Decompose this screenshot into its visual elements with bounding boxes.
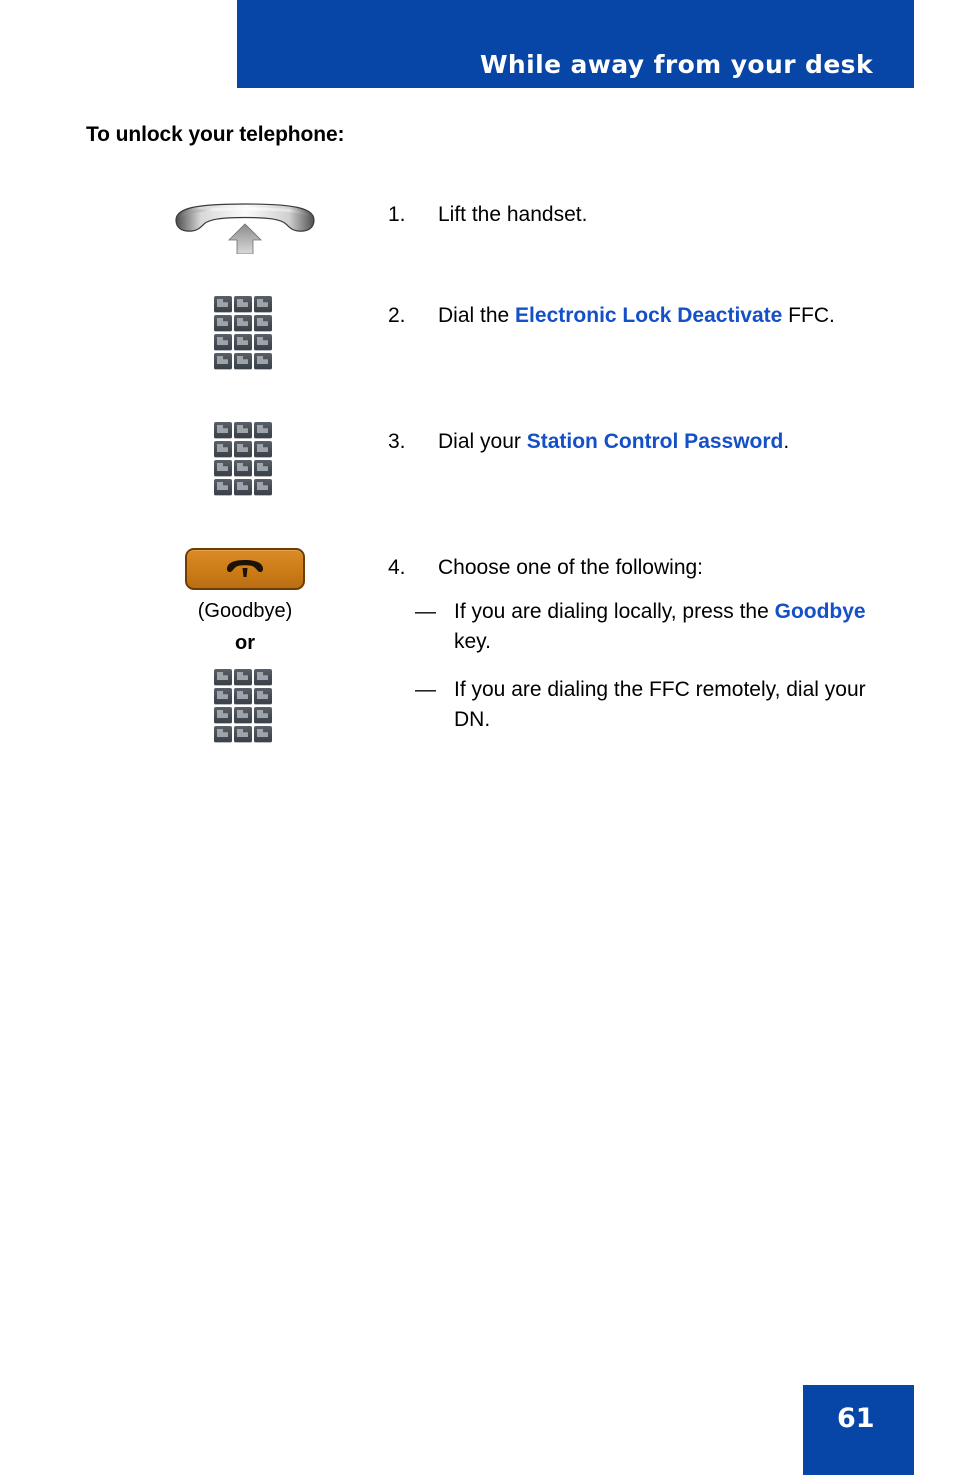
dialpad-key-4 bbox=[214, 315, 232, 332]
or-separator: or bbox=[235, 632, 255, 654]
step-2-text-cell: 2. Dial the Electronic Lock Deactivate F… bbox=[388, 301, 888, 331]
step-4-substep-2: — If you are dialing the FFC remotely, d… bbox=[388, 675, 888, 735]
page-number: 61 bbox=[837, 1403, 875, 1434]
dialpad-key-2 bbox=[234, 296, 252, 313]
step-2-text-part-3: FFC. bbox=[782, 304, 835, 327]
dialpad-key-0 bbox=[234, 479, 252, 496]
dialpad-key-3 bbox=[254, 422, 272, 439]
dialpad-key-6 bbox=[254, 688, 272, 705]
section-heading: To unlock your telephone: bbox=[86, 123, 345, 146]
step-3-icon-cell bbox=[150, 422, 340, 498]
dialpad-key-0 bbox=[234, 726, 252, 743]
dialpad-key-5 bbox=[234, 315, 252, 332]
dialpad-key-5 bbox=[234, 688, 252, 705]
substep-2-text: If you are dialing the FFC remotely, dia… bbox=[454, 678, 866, 731]
page-header-title: While away from your desk bbox=[479, 50, 873, 79]
dialpad-key-pound bbox=[254, 479, 272, 496]
step-1-text-cell: 1. Lift the handset. bbox=[388, 200, 888, 230]
dialpad-key-2 bbox=[234, 422, 252, 439]
dialpad-key-pound bbox=[254, 353, 272, 370]
substep-dash: — bbox=[415, 600, 436, 623]
step-3-number: 3. bbox=[388, 430, 406, 453]
dialpad-key-star bbox=[214, 726, 232, 743]
handset-on-hook-glyph bbox=[227, 560, 263, 577]
dialpad-icon bbox=[214, 669, 276, 745]
goodbye-caption: (Goodbye) bbox=[197, 600, 293, 622]
dialpad-key-1 bbox=[214, 422, 232, 439]
step-3-text-cell: 3. Dial your Station Control Password. bbox=[388, 427, 888, 457]
step-1-icon-cell bbox=[150, 202, 340, 259]
dialpad-key-1 bbox=[214, 296, 232, 313]
step-4-number: 4. bbox=[388, 556, 406, 579]
dialpad-key-3 bbox=[254, 296, 272, 313]
dialpad-key-7 bbox=[214, 460, 232, 477]
dialpad-key-pound bbox=[254, 726, 272, 743]
dialpad-key-7 bbox=[214, 334, 232, 351]
dialpad-key-5 bbox=[234, 441, 252, 458]
page-header-bar: While away from your desk bbox=[237, 0, 914, 88]
dialpad-key-3 bbox=[254, 669, 272, 686]
dialpad-key-9 bbox=[254, 334, 272, 351]
dialpad-icon bbox=[214, 422, 276, 498]
goodbye-key-icon[interactable] bbox=[185, 548, 305, 590]
dialpad-key-8 bbox=[234, 334, 252, 351]
dialpad-key-4 bbox=[214, 441, 232, 458]
dialpad-key-6 bbox=[254, 315, 272, 332]
dialpad-key-star bbox=[214, 479, 232, 496]
dialpad-key-9 bbox=[254, 460, 272, 477]
step-3-text: Dial your Station Control Password. bbox=[438, 427, 888, 457]
dialpad-key-8 bbox=[234, 707, 252, 724]
substep-1-part-1: If you are dialing locally, press the bbox=[454, 600, 775, 623]
step-2-icon-cell bbox=[150, 296, 340, 372]
substep-dash: — bbox=[415, 678, 436, 701]
dialpad-key-1 bbox=[214, 669, 232, 686]
dialpad-key-8 bbox=[234, 460, 252, 477]
step-1-number: 1. bbox=[388, 203, 406, 226]
dialpad-key-7 bbox=[214, 707, 232, 724]
dialpad-key-0 bbox=[234, 353, 252, 370]
dialpad-key-6 bbox=[254, 441, 272, 458]
step-4-text: Choose one of the following: bbox=[438, 556, 704, 579]
step-4-text-cell: 4. Choose one of the following: — If you… bbox=[388, 553, 888, 735]
step-4-icon-cell: (Goodbye) or bbox=[150, 548, 340, 745]
step-2-emphasis: Electronic Lock Deactivate bbox=[515, 304, 783, 327]
substep-1-part-3: key. bbox=[454, 630, 491, 653]
dialpad-icon bbox=[214, 296, 276, 372]
lift-handset-icon bbox=[172, 202, 318, 255]
step-1-text: Lift the handset. bbox=[438, 203, 588, 226]
dialpad-key-9 bbox=[254, 707, 272, 724]
page-number-block: 61 bbox=[803, 1385, 914, 1475]
step-4-dialpad-wrap bbox=[150, 669, 340, 745]
step-3-text-part-3: . bbox=[783, 430, 790, 453]
step-4-substep-1: — If you are dialing locally, press the … bbox=[388, 597, 888, 657]
dialpad-key-2 bbox=[234, 669, 252, 686]
step-2-number: 2. bbox=[388, 304, 406, 327]
substep-1-emphasis: Goodbye bbox=[774, 600, 866, 623]
step-3-text-part-1: Dial your bbox=[438, 430, 527, 453]
step-3-emphasis: Station Control Password bbox=[526, 430, 784, 453]
step-2-text: Dial the Electronic Lock Deactivate FFC. bbox=[438, 301, 888, 331]
dialpad-key-4 bbox=[214, 688, 232, 705]
substep-1-text: If you are dialing locally, press the Go… bbox=[454, 600, 866, 653]
step-2-text-part-1: Dial the bbox=[438, 304, 516, 327]
dialpad-key-star bbox=[214, 353, 232, 370]
